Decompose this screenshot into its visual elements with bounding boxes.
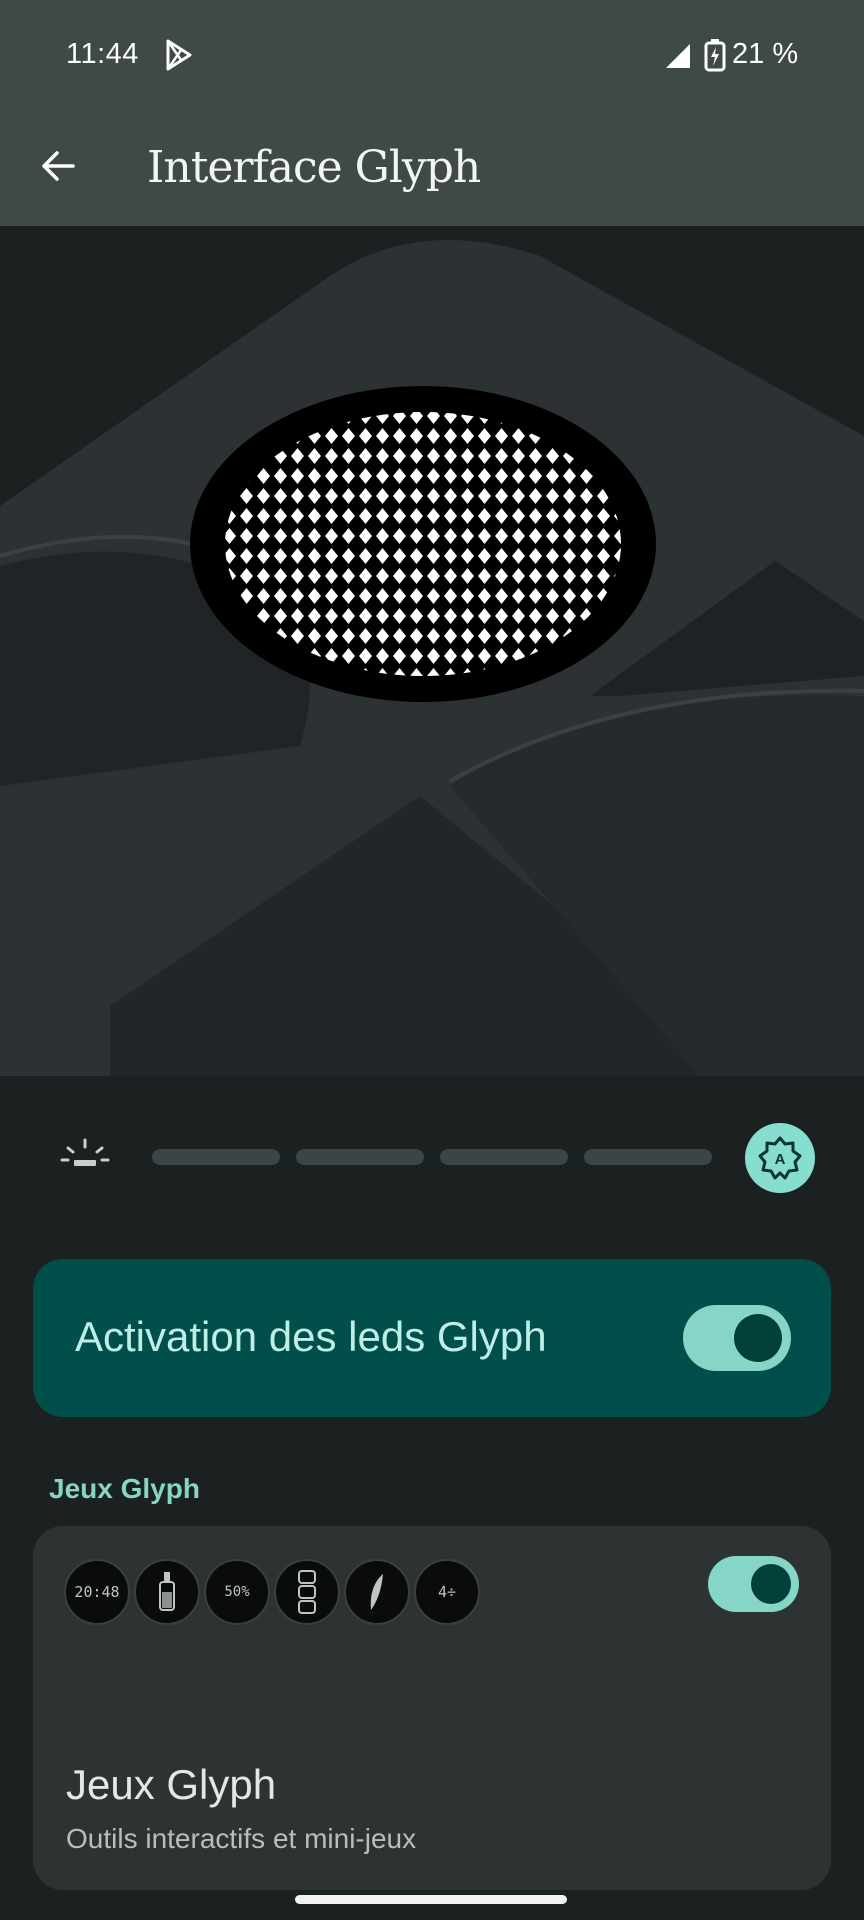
brightness-level-4[interactable] [584,1149,712,1165]
dim-brightness-icon [60,1138,110,1166]
brightness-level-3[interactable] [440,1149,568,1165]
glyph-hero-illustration [0,226,864,1076]
games-subtitle: Outils interactifs et mini-jeux [66,1823,417,1854]
activation-label: Activation des leds Glyph [75,1313,547,1360]
status-time: 11:44 [66,38,139,70]
section-header-games: Jeux Glyph [49,1473,200,1504]
auto-brightness-icon: A [758,1136,802,1180]
auto-brightness-button[interactable]: A [745,1123,815,1193]
svg-text:A: A [775,1151,786,1168]
top-bar: 11:44 21 % Interface Glyph [0,0,864,226]
feather-game-icon [344,1559,410,1625]
signal-icon [666,44,690,68]
arrow-left-icon [42,151,75,181]
brightness-control: A [0,1120,864,1194]
games-title: Jeux Glyph [66,1761,277,1808]
brightness-level-2[interactable] [296,1149,424,1165]
play-store-icon [166,39,192,71]
progress-game-icon: 50% [204,1559,270,1625]
battery-percentage: 21 % [732,38,799,70]
activation-toggle[interactable] [683,1305,791,1371]
back-button[interactable] [30,138,86,194]
math-game-icon: 4÷ [414,1559,480,1625]
clock-game-icon: 20:48 [64,1559,130,1625]
brightness-level-1[interactable] [152,1149,280,1165]
toggle-knob [734,1314,782,1362]
battery-charging-icon [704,39,726,72]
games-toggle[interactable] [708,1556,799,1612]
glyph-activation-card[interactable]: Activation des leds Glyph [33,1259,831,1417]
glyph-games-card[interactable]: 20:48 50% 4÷ Jeux Glyph Outils interacti… [33,1526,831,1890]
bottle-game-icon [134,1559,200,1625]
home-indicator[interactable] [295,1895,567,1904]
counter-game-icon [274,1559,340,1625]
toggle-knob [751,1564,791,1604]
page-title: Interface Glyph [147,142,481,193]
